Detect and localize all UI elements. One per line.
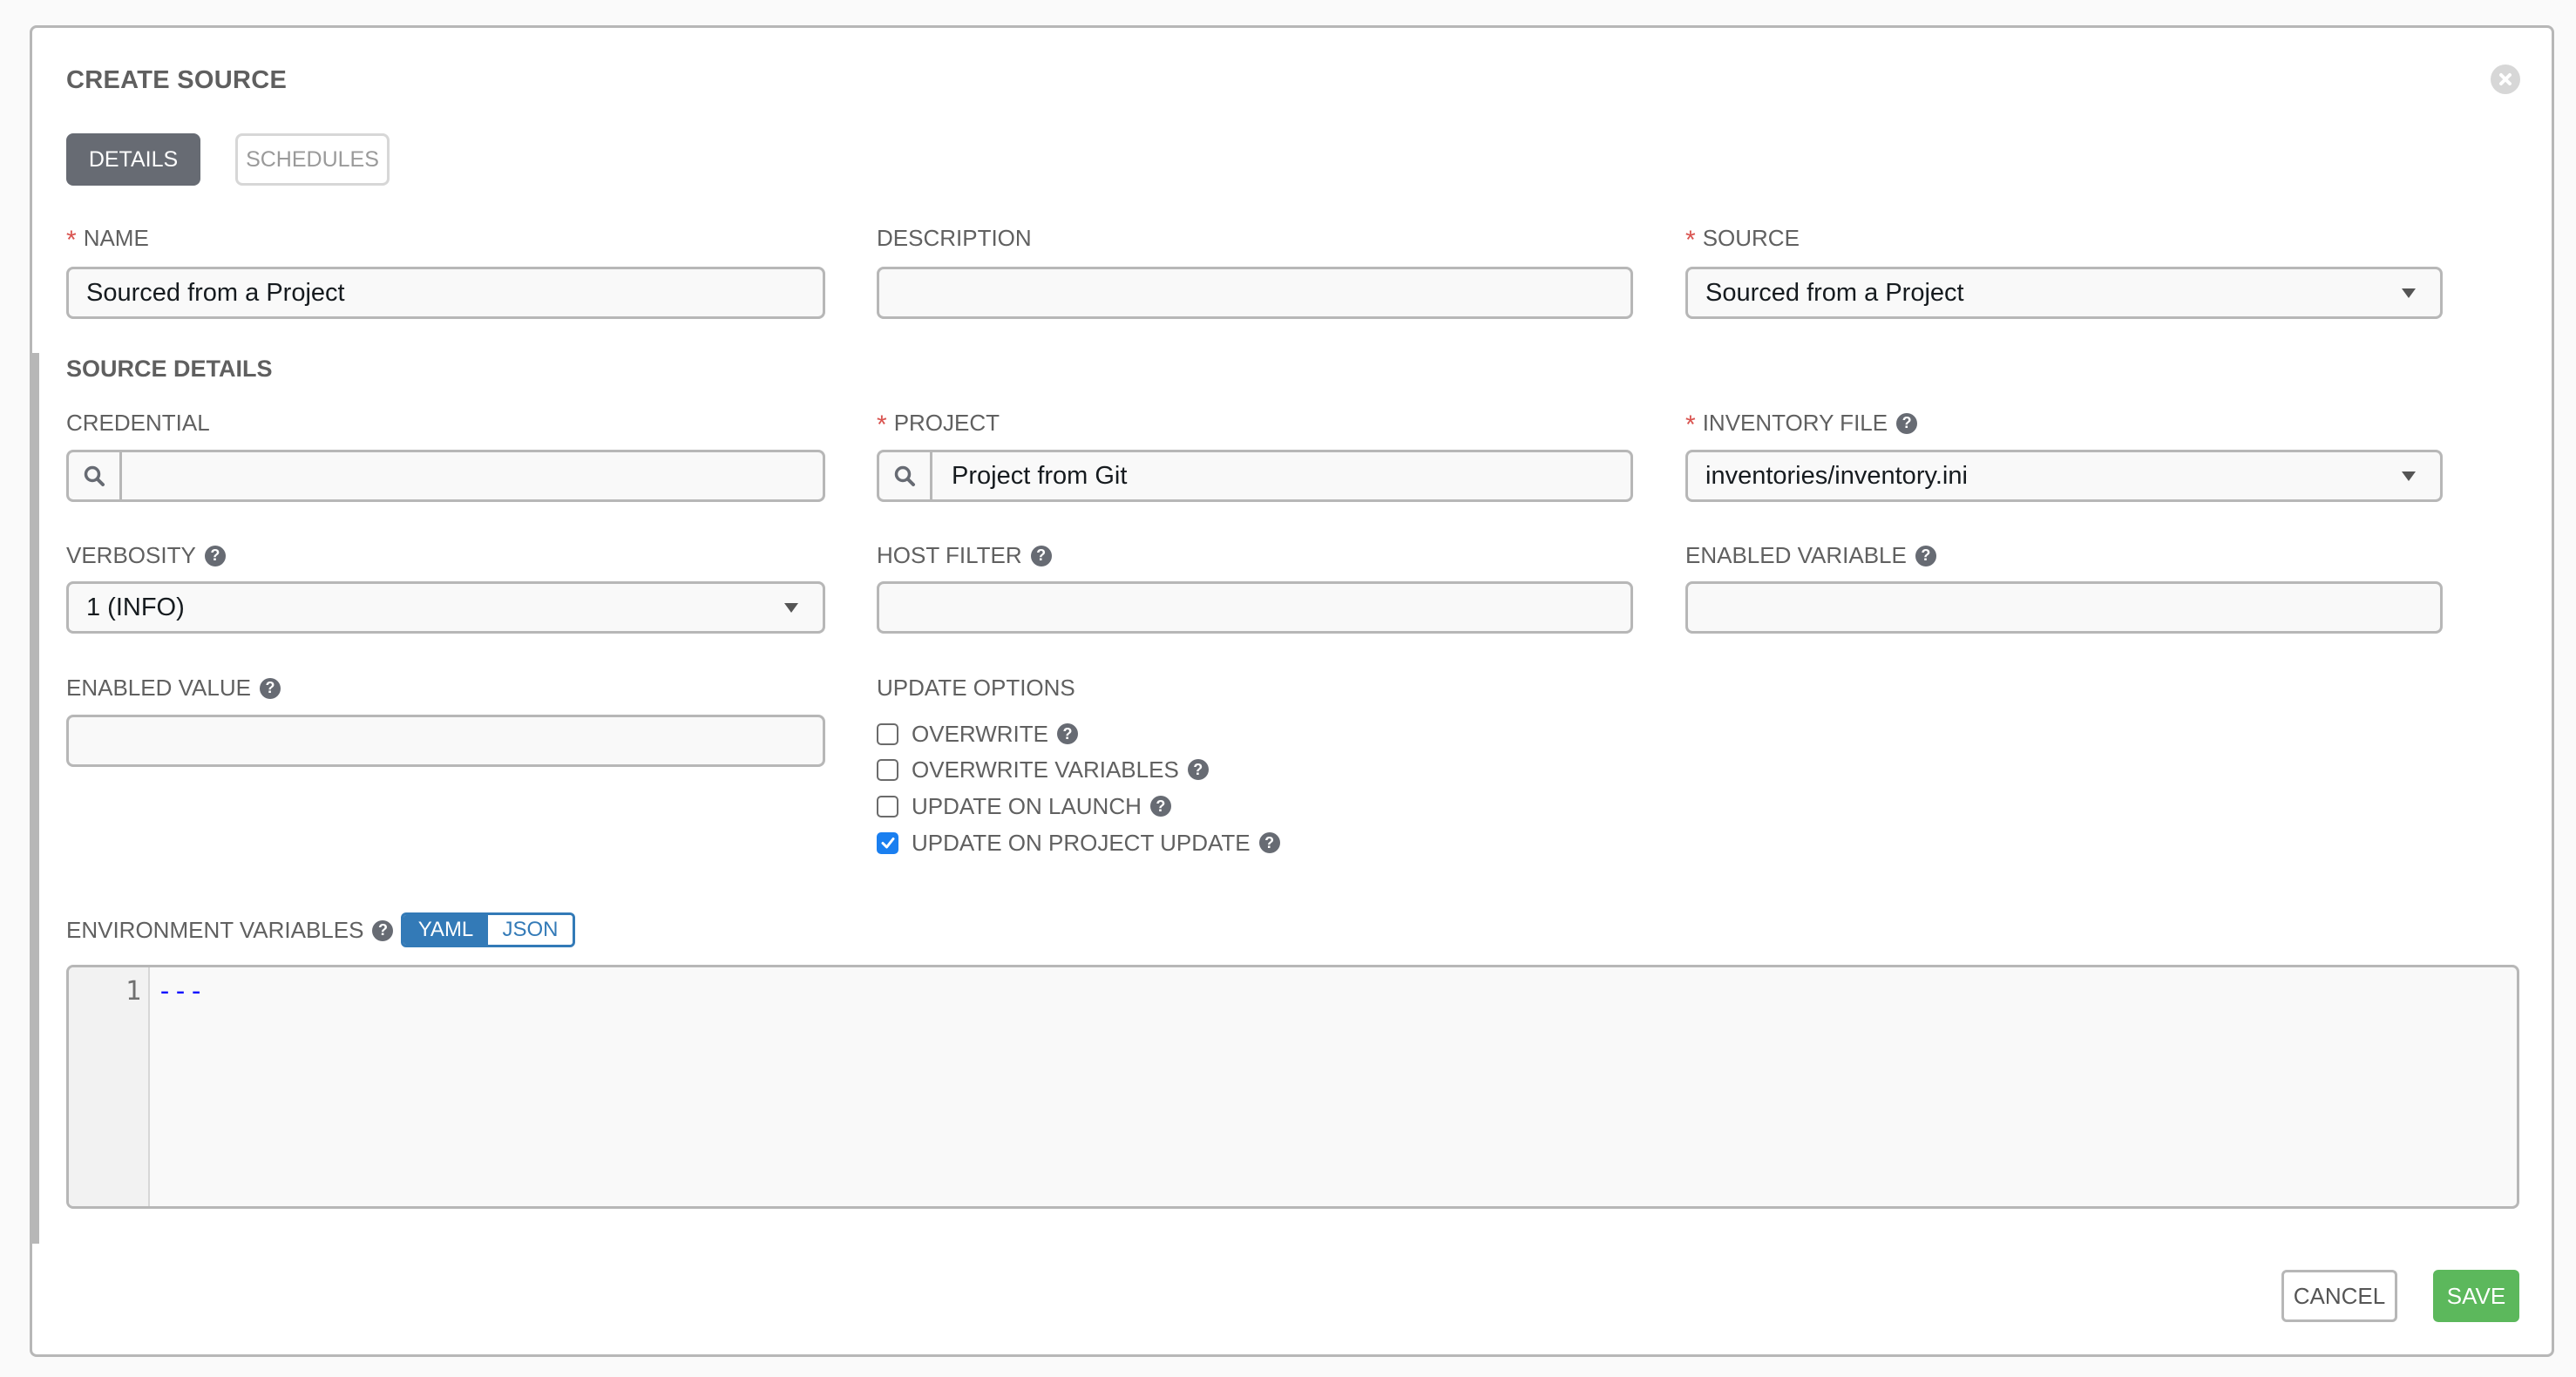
description-label: DESCRIPTION	[877, 225, 1032, 252]
chevron-down-icon	[2402, 471, 2416, 481]
line-number: 1	[125, 976, 141, 1007]
help-icon[interactable]: ?	[372, 919, 394, 941]
overwrite-variables-option-label: OVERWRITE VARIABLES	[912, 756, 1179, 783]
help-icon[interactable]: ?	[1896, 412, 1918, 434]
update-options-label-text: UPDATE OPTIONS	[877, 675, 1075, 701]
cancel-button[interactable]: CANCEL	[2281, 1270, 2397, 1322]
format-toggle: YAML JSON	[401, 912, 575, 947]
yaml-toggle-button[interactable]: YAML	[403, 915, 488, 945]
update-on-launch-checkbox[interactable]	[877, 795, 898, 817]
overwrite-variables-checkbox[interactable]	[877, 758, 898, 781]
verbosity-select[interactable]: 1 (INFO)	[66, 581, 825, 634]
checkmark-icon	[881, 838, 894, 849]
verbosity-label-text: VERBOSITY	[66, 542, 196, 568]
update-on-project-update-option-label: UPDATE ON PROJECT UPDATE	[912, 829, 1251, 856]
json-toggle-button[interactable]: JSON	[488, 915, 573, 945]
host-filter-label: HOST FILTER ?	[877, 542, 1052, 569]
credential-label: CREDENTIAL	[66, 410, 210, 437]
help-icon[interactable]: ?	[1149, 796, 1171, 817]
help-icon[interactable]: ?	[1915, 545, 1936, 566]
inventory-file-value: inventories/inventory.ini	[1705, 461, 1968, 490]
environment-variables-label: ENVIRONMENT VARIABLES ?	[66, 917, 394, 944]
credential-lookup[interactable]	[66, 450, 825, 502]
name-label-text: NAME	[83, 225, 149, 251]
section-indicator-bar	[30, 353, 39, 1244]
chevron-down-icon	[784, 602, 798, 613]
tab-schedules[interactable]: SCHEDULES	[235, 133, 390, 186]
required-marker: *	[877, 410, 887, 439]
update-options-label: UPDATE OPTIONS	[877, 675, 1075, 702]
dialog-title: CREATE SOURCE	[66, 66, 288, 94]
overwrite-checkbox[interactable]	[877, 722, 898, 745]
enabled-variable-label: ENABLED VARIABLE ?	[1685, 542, 1936, 569]
inventory-file-label-text: INVENTORY FILE	[1702, 410, 1888, 436]
update-on-launch-option-label: UPDATE ON LAUNCH	[912, 792, 1142, 819]
inventory-file-select[interactable]: inventories/inventory.ini	[1685, 450, 2443, 502]
source-select[interactable]: Sourced from a Project	[1685, 267, 2443, 319]
project-lookup[interactable]: Project from Git	[877, 450, 1633, 502]
help-icon[interactable]: ?	[1258, 832, 1280, 853]
search-icon	[84, 465, 105, 486]
verbosity-value: 1 (INFO)	[86, 593, 185, 621]
name-label: * NAME	[66, 225, 149, 254]
credential-search-button[interactable]	[69, 452, 122, 499]
update-on-project-update-checkbox[interactable]	[877, 831, 898, 854]
help-icon[interactable]: ?	[259, 677, 281, 699]
help-icon[interactable]: ?	[204, 545, 226, 566]
source-select-value: Sourced from a Project	[1705, 278, 1964, 307]
credential-label-text: CREDENTIAL	[66, 410, 210, 436]
verbosity-label: VERBOSITY ?	[66, 542, 226, 569]
environment-variables-label-text: ENVIRONMENT VARIABLES	[66, 917, 364, 943]
enabled-value-label: ENABLED VALUE ?	[66, 675, 281, 702]
enabled-variable-label-text: ENABLED VARIABLE	[1685, 542, 1907, 568]
help-icon[interactable]: ?	[1056, 723, 1078, 744]
update-on-launch-option[interactable]: UPDATE ON LAUNCH ?	[877, 791, 1171, 821]
description-input[interactable]	[877, 267, 1633, 319]
overwrite-variables-option[interactable]: OVERWRITE VARIABLES ?	[877, 755, 1209, 784]
update-on-project-update-option[interactable]: UPDATE ON PROJECT UPDATE ?	[877, 828, 1280, 858]
source-label: * SOURCE	[1685, 225, 1800, 254]
project-label-text: PROJECT	[893, 410, 1000, 436]
enabled-variable-input[interactable]	[1685, 581, 2443, 634]
environment-variables-editor[interactable]: 1 ---	[66, 965, 2519, 1209]
line-number-gutter: 1	[69, 967, 150, 1206]
close-icon	[2499, 73, 2512, 85]
project-input-value: Project from Git	[952, 461, 1128, 490]
code-line: ---	[157, 976, 205, 1007]
help-icon[interactable]: ?	[1187, 759, 1209, 780]
source-label-text: SOURCE	[1702, 225, 1800, 251]
host-filter-label-text: HOST FILTER	[877, 542, 1022, 568]
enabled-value-label-text: ENABLED VALUE	[66, 675, 251, 701]
name-input[interactable]: Sourced from a Project	[66, 267, 825, 319]
overwrite-option-label: OVERWRITE	[912, 720, 1048, 747]
project-search-button[interactable]	[879, 452, 932, 499]
inventory-file-label: * INVENTORY FILE ?	[1685, 410, 1918, 439]
tab-details[interactable]: DETAILS	[66, 133, 200, 186]
required-marker: *	[66, 225, 77, 254]
save-button[interactable]: SAVE	[2433, 1270, 2519, 1322]
required-marker: *	[1685, 410, 1696, 439]
description-label-text: DESCRIPTION	[877, 225, 1032, 251]
enabled-value-input[interactable]	[66, 715, 825, 767]
chevron-down-icon	[2402, 288, 2416, 298]
close-button[interactable]	[2491, 64, 2520, 94]
help-icon[interactable]: ?	[1030, 545, 1052, 566]
search-icon	[894, 465, 915, 486]
code-area[interactable]: ---	[150, 967, 2517, 1206]
project-label: * PROJECT	[877, 410, 1000, 439]
source-details-heading: SOURCE DETAILS	[66, 356, 273, 382]
required-marker: *	[1685, 225, 1696, 254]
host-filter-input[interactable]	[877, 581, 1633, 634]
name-input-value: Sourced from a Project	[86, 278, 345, 307]
overwrite-option[interactable]: OVERWRITE ?	[877, 719, 1078, 749]
